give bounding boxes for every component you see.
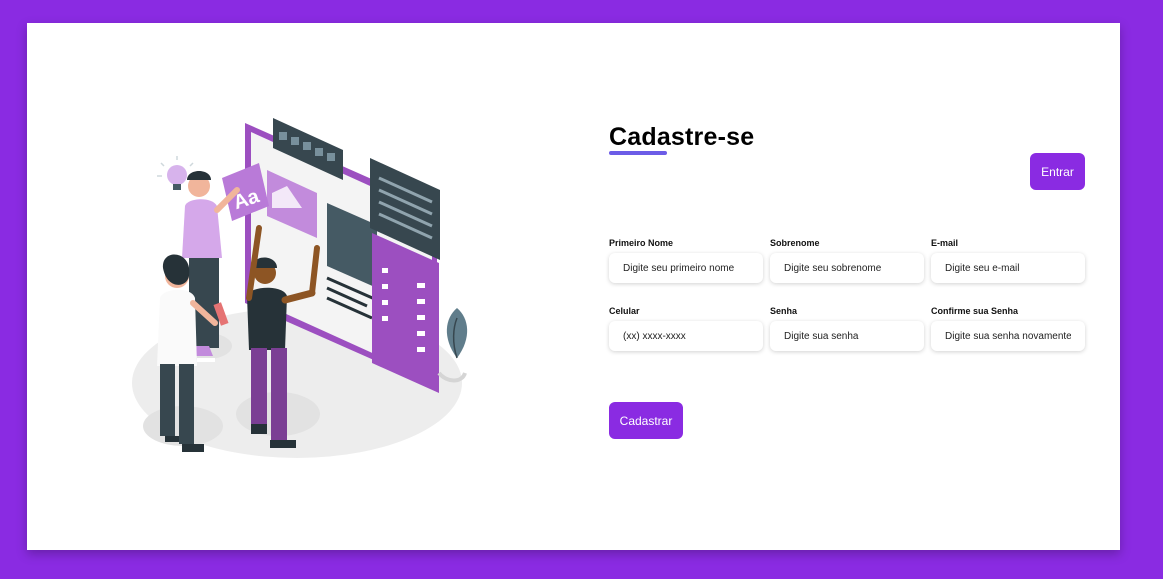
confirm-password-input[interactable] [931,321,1085,351]
password-label: Senha [770,306,798,316]
email-input[interactable] [931,253,1085,283]
email-label: E-mail [931,238,959,248]
last-name-input[interactable] [770,253,924,283]
last-name-label: Sobrenome [770,238,820,248]
first-name-group: Primeiro Nome [609,238,763,283]
phone-group: Celular [609,306,763,351]
first-name-label: Primeiro Nome [609,238,674,248]
phone-label: Celular [609,306,640,316]
first-name-input[interactable] [609,253,763,283]
title-underline [609,151,667,155]
web-design-illustration: Aa [132,118,468,458]
page-title: Cadastre-se [609,123,755,151]
password-group: Senha [770,306,924,351]
confirm-password-group: Confirme sua Senha [931,306,1085,351]
signup-card: Aa Cadastre-se Entrar Primeiro Nome Digi… [27,23,1120,550]
last-name-group: Sobrenome [770,238,924,283]
phone-input[interactable] [609,321,763,351]
password-input[interactable] [770,321,924,351]
confirm-password-label: Confirme sua Senha [931,306,1019,316]
register-button[interactable]: Cadastrar [609,402,683,439]
login-button[interactable]: Entrar [1030,153,1085,190]
email-group: E-mail [931,238,1085,283]
